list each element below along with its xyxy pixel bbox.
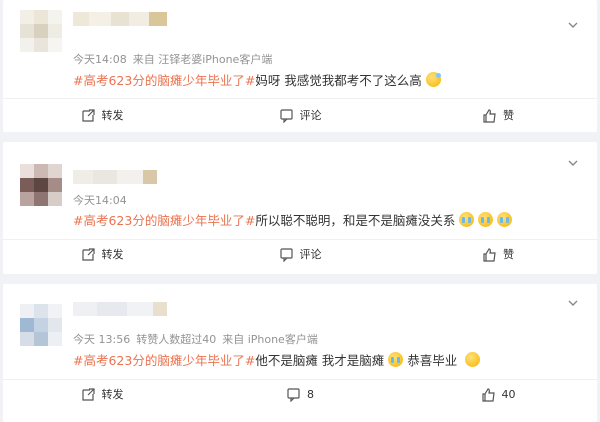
post-body: 他不是脑瘫 我才是脑瘫 <box>255 353 385 368</box>
like-label: 赞 <box>503 248 514 261</box>
chevron-down-icon[interactable] <box>566 296 580 310</box>
chevron-down-icon[interactable] <box>566 156 580 170</box>
comment-icon <box>279 247 293 262</box>
weibo-post: 今天14:04 #高考623分的脑瘫少年毕业了# 所以聪不聪明，和是不是脑瘫没关系… <box>3 142 597 274</box>
crying-emoji-icon <box>478 212 494 227</box>
post-text: #高考623分的脑瘫少年毕业了# 妈呀 我感觉我都考不了这么高 <box>73 70 441 89</box>
like-button[interactable]: 40 <box>399 378 597 410</box>
topic-link[interactable]: #高考623分的脑瘫少年毕业了# <box>73 350 255 369</box>
comment-icon <box>287 387 300 402</box>
comment-label: 评论 <box>299 109 322 122</box>
post-text: #高考623分的脑瘫少年毕业了# 他不是脑瘫 我才是脑瘫 恭喜毕业 <box>73 350 481 369</box>
thumbs-up-icon <box>483 247 496 262</box>
repost-icon <box>81 387 95 401</box>
repost-label: 转发 <box>101 248 124 261</box>
repost-icon <box>81 108 95 122</box>
topic-link[interactable]: #高考623分的脑瘫少年毕业了# <box>73 70 255 89</box>
repost-label: 转发 <box>101 388 124 401</box>
like-label: 赞 <box>503 109 514 122</box>
post-actions: 转发 评论 赞 <box>3 99 597 131</box>
comment-button[interactable]: 评论 <box>201 238 399 270</box>
post-text: #高考623分的脑瘫少年毕业了# 所以聪不聪明，和是不是脑瘫没关系 <box>73 210 513 229</box>
smile-emoji-icon <box>465 352 481 367</box>
post-extra: 转赞人数超过40 <box>136 333 217 346</box>
avatar[interactable] <box>20 164 62 206</box>
chevron-down-icon[interactable] <box>566 18 580 32</box>
like-button[interactable]: 赞 <box>399 99 597 131</box>
comment-button[interactable]: 评论 <box>201 99 399 131</box>
username[interactable] <box>73 302 167 316</box>
like-count: 40 <box>501 387 516 401</box>
repost-button[interactable]: 转发 <box>3 238 201 270</box>
comment-count: 8 <box>307 387 314 401</box>
comment-button[interactable]: 8 <box>201 378 399 410</box>
thumbs-up-icon <box>481 387 495 402</box>
post-time[interactable]: 今天 13:56 <box>73 333 130 346</box>
weibo-post: 今天14:08 来自 汪铎老婆iPhone客户端 #高考623分的脑瘫少年毕业了#… <box>3 0 597 132</box>
post-time[interactable]: 今天14:04 <box>73 194 127 207</box>
post-actions: 转发 8 40 <box>3 378 597 410</box>
repost-button[interactable]: 转发 <box>3 378 201 410</box>
comment-icon <box>279 108 293 123</box>
post-body-2: 恭喜毕业 <box>407 353 458 368</box>
avatar[interactable] <box>20 10 62 52</box>
post-source: 来自 汪铎老婆iPhone客户端 <box>132 53 273 66</box>
post-body: 所以聪不聪明，和是不是脑瘫没关系 <box>255 213 456 228</box>
topic-link[interactable]: #高考623分的脑瘫少年毕业了# <box>73 210 255 229</box>
post-meta: 今天14:04 <box>73 192 133 208</box>
username[interactable] <box>73 12 167 26</box>
post-meta: 今天14:08 来自 汪铎老婆iPhone客户端 <box>73 51 278 67</box>
repost-label: 转发 <box>101 109 124 122</box>
post-source: 来自 iPhone客户端 <box>222 333 318 346</box>
repost-icon <box>81 247 95 261</box>
repost-button[interactable]: 转发 <box>3 99 201 131</box>
crying-emoji-icon <box>388 352 404 367</box>
username[interactable] <box>73 170 157 184</box>
like-button[interactable]: 赞 <box>399 238 597 270</box>
sweat-emoji-icon <box>425 72 441 87</box>
avatar[interactable] <box>20 304 62 346</box>
post-actions: 转发 评论 赞 <box>3 238 597 270</box>
post-time[interactable]: 今天14:08 <box>73 53 127 66</box>
comment-label: 评论 <box>299 248 322 261</box>
post-body: 妈呀 我感觉我都考不了这么高 <box>255 73 422 88</box>
post-meta: 今天 13:56 转赞人数超过40 来自 iPhone客户端 <box>73 331 324 347</box>
crying-emoji-icon <box>497 212 513 227</box>
thumbs-up-icon <box>483 108 496 123</box>
crying-emoji-icon <box>459 212 475 227</box>
weibo-post: 今天 13:56 转赞人数超过40 来自 iPhone客户端 #高考623分的脑瘫少… <box>3 284 597 422</box>
